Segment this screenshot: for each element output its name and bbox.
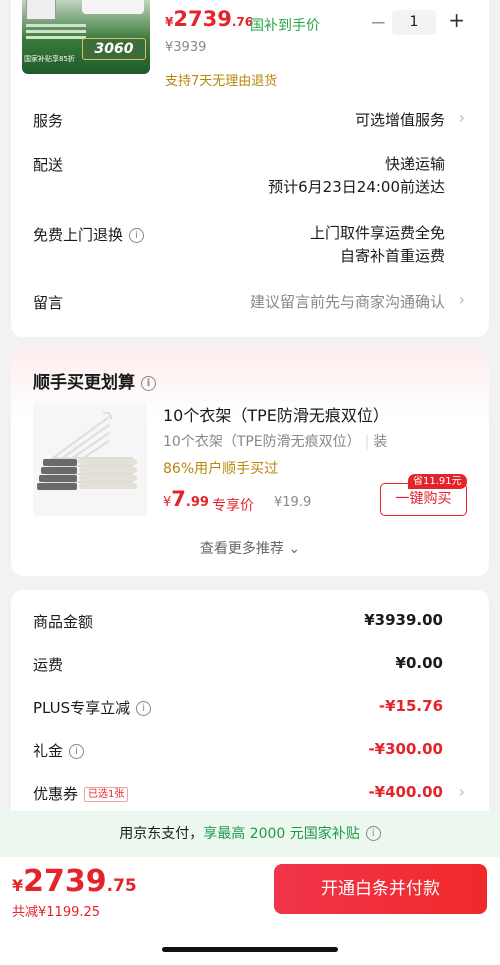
chevron-right-icon[interactable]: ›	[459, 782, 465, 801]
recommend-item-original-price: ¥19.9	[274, 495, 312, 510]
goods-amount-value: ¥3939.00	[364, 611, 443, 629]
message-label: 留言	[33, 294, 64, 312]
goods-amount-label: 商品金额	[33, 613, 94, 631]
coupon-label[interactable]: 优惠券 已选1张	[33, 783, 129, 804]
info-circle-icon[interactable]: i	[141, 376, 156, 391]
quantity-field[interactable]: 1	[392, 10, 436, 35]
recommend-item-popularity: 86%用户顺手买过	[163, 461, 279, 477]
product-text-graphic	[26, 24, 86, 48]
product-image-badge: 3060	[82, 38, 146, 60]
delivery-label: 配送	[33, 156, 64, 174]
free-return-label[interactable]: 免费上门退换 i	[33, 224, 145, 245]
delivery-eta: 预计6月23日24:00前送达	[268, 178, 445, 196]
product-price: ¥2739.76	[165, 7, 254, 31]
chevron-right-icon[interactable]: ›	[459, 108, 465, 127]
product-image-promo: 国家补贴享85折	[24, 55, 75, 63]
total-price: ¥2739.75	[12, 864, 137, 899]
subsidy-price-label: 国补到手价	[250, 18, 320, 34]
recommend-item-image[interactable]	[33, 403, 147, 516]
total-discount: 共减¥1199.25	[12, 905, 101, 920]
free-return-line-1: 上门取件享运费全免	[309, 224, 445, 242]
service-value[interactable]: 可选增值服务	[355, 109, 445, 132]
original-price: ¥3939	[165, 40, 207, 55]
info-circle-icon[interactable]: i	[365, 826, 381, 841]
plus-discount-value: -¥15.76	[378, 697, 443, 715]
service-label: 服务	[33, 112, 64, 130]
jd-pay-subsidy-banner[interactable]: 用京东支付，享最高 2000 元国家补贴 i	[0, 811, 500, 857]
message-input[interactable]: 建议留言前先与商家沟通确认	[250, 291, 445, 314]
free-return-value: 上门取件享运费全免 自寄补首重运费	[310, 222, 445, 268]
shipping-fee-label: 运费	[33, 656, 64, 674]
pay-button[interactable]: 开通白条并付款	[274, 864, 487, 914]
decrease-button[interactable]: −	[370, 10, 387, 34]
recommend-title: 顺手买更划算 i	[33, 368, 156, 393]
info-circle-icon[interactable]: i	[129, 228, 145, 243]
coupon-selected-badge: 已选1张	[84, 787, 129, 802]
recommend-item-name[interactable]: 10个衣架（TPE防滑无痕双位）	[163, 402, 389, 426]
delivery-value[interactable]: 快递运输 预计6月23日24:00前送达	[268, 153, 445, 199]
quantity-stepper[interactable]: − 1 +	[370, 8, 465, 36]
chevron-right-icon[interactable]: ›	[459, 290, 465, 309]
recommend-item-price: ¥7.99	[163, 487, 209, 511]
gift-money-label[interactable]: 礼金 i	[33, 740, 85, 761]
delivery-method: 快递运输	[384, 155, 445, 173]
gift-money-value: -¥300.00	[368, 740, 443, 758]
info-circle-icon[interactable]: i	[69, 744, 85, 759]
recommend-item-spec[interactable]: 10个衣架（TPE防滑无痕双位） | 装	[163, 431, 387, 451]
save-amount-badge: 省11.91元	[408, 474, 467, 489]
home-indicator[interactable]	[162, 947, 338, 952]
coupon-value[interactable]: -¥400.00	[368, 783, 443, 801]
free-return-line-2: 自寄补首重运费	[339, 247, 445, 265]
product-device-graphic	[82, 0, 144, 14]
more-recommend-button[interactable]: 查看更多推荐 ⌄	[0, 538, 500, 558]
info-circle-icon[interactable]: i	[136, 701, 152, 716]
return-policy: 支持7天无理由退货	[165, 74, 278, 89]
increase-button[interactable]: +	[448, 8, 465, 32]
plus-discount-label[interactable]: PLUS专享立减 i	[33, 697, 152, 718]
product-box-graphic	[26, 0, 56, 20]
exclusive-price-label: 专享价	[212, 498, 254, 514]
product-image[interactable]: 国家补贴享85折 3060	[22, 0, 150, 74]
shipping-fee-value: ¥0.00	[395, 654, 443, 672]
